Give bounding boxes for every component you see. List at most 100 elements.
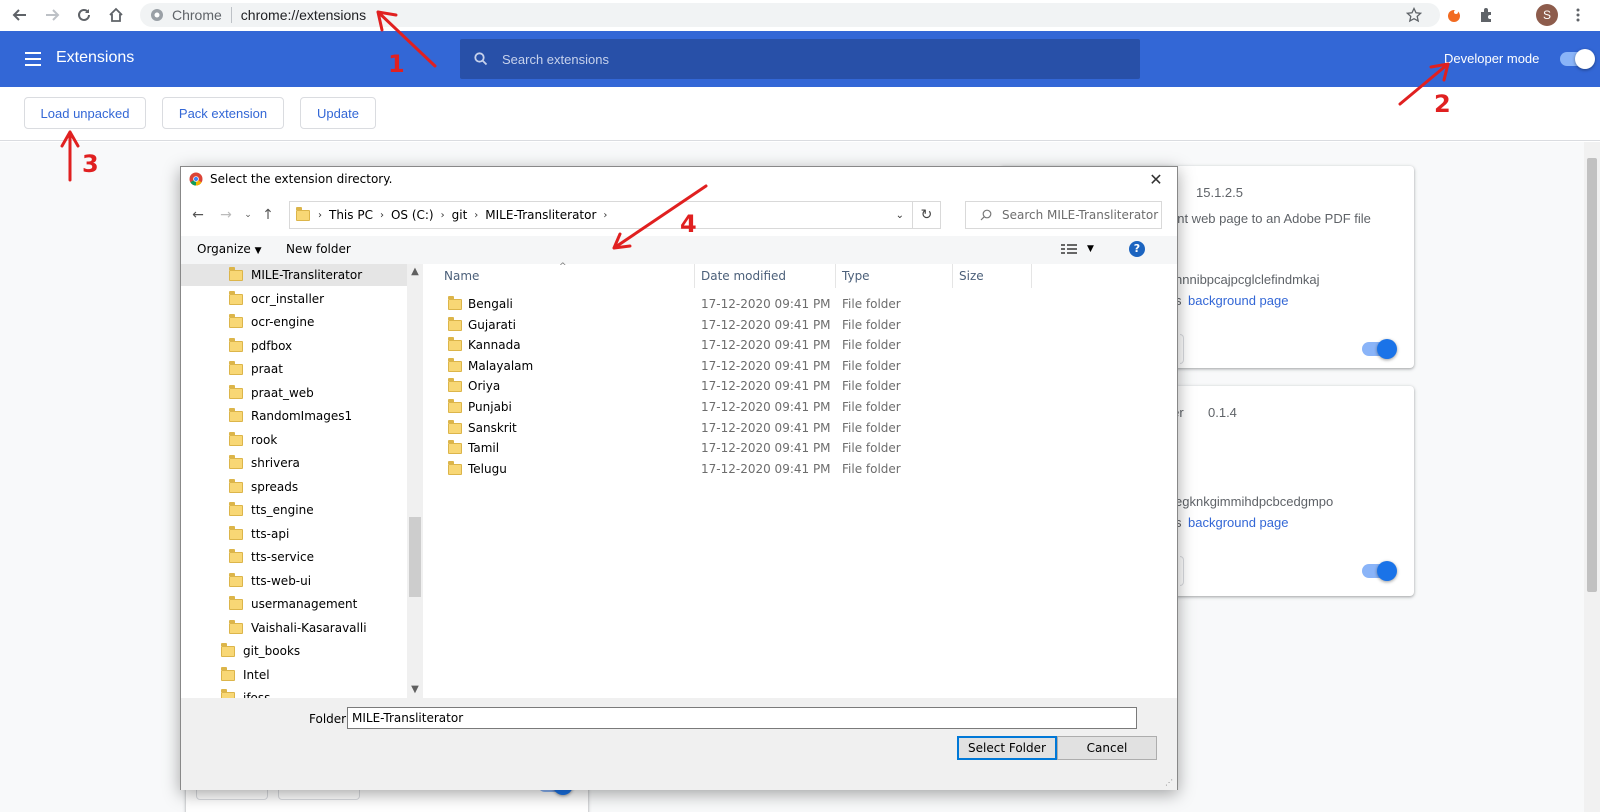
folder-icon xyxy=(448,377,462,392)
select-folder-button[interactable]: Select Folder xyxy=(957,736,1057,760)
file-row[interactable]: Gujarati 17-12-2020 09:41 PM File folder xyxy=(426,315,1177,335)
background-page-link[interactable]: background page xyxy=(1188,515,1288,530)
breadcrumb-item[interactable]: git xyxy=(452,208,468,222)
organize-menu[interactable]: Organize ▼ xyxy=(197,242,262,256)
tree-item[interactable]: shrivera xyxy=(229,452,300,474)
tree-item[interactable]: RandomImages1 xyxy=(229,405,352,427)
tree-scrollbar[interactable]: ▲ ▼ xyxy=(407,264,423,698)
home-icon[interactable] xyxy=(104,3,128,27)
folder-field[interactable]: MILE-Transliterator xyxy=(347,707,1137,729)
column-header-date-modified[interactable]: Date modified xyxy=(695,264,836,288)
breadcrumb-chevron-icon[interactable]: › xyxy=(474,210,478,221)
file-name: Oriya xyxy=(468,379,501,393)
file-row[interactable]: Bengali 17-12-2020 09:41 PM File folder xyxy=(426,294,1177,314)
view-dropdown-icon[interactable]: ▼ xyxy=(1087,244,1094,254)
search-extensions-input[interactable]: Search extensions xyxy=(460,39,1140,79)
close-icon[interactable]: ✕ xyxy=(1147,171,1165,189)
scroll-up-icon[interactable]: ▲ xyxy=(409,266,421,277)
tree-item[interactable]: ocr-engine xyxy=(229,311,314,333)
tree-item[interactable]: usermanagement xyxy=(229,593,357,615)
breadcrumb-chevron-icon[interactable]: › xyxy=(318,210,322,221)
tree-item-label: pdfbox xyxy=(251,339,293,353)
tree-item[interactable]: pdfbox xyxy=(229,335,292,357)
file-name: Telugu xyxy=(468,462,507,476)
breadcrumb-chevron-icon[interactable]: › xyxy=(380,210,384,221)
page-scrollbar[interactable] xyxy=(1584,142,1600,812)
tree-item[interactable]: tts-service xyxy=(229,546,314,568)
tree-item[interactable]: git_books xyxy=(221,640,300,662)
file-row[interactable]: Kannada 17-12-2020 09:41 PM File folder xyxy=(426,335,1177,355)
file-date: 17-12-2020 09:41 PM xyxy=(701,297,831,311)
extension-enable-toggle[interactable] xyxy=(1362,561,1397,581)
help-icon[interactable]: ? xyxy=(1129,241,1145,257)
resize-grip-icon[interactable]: ⋰ xyxy=(1165,778,1175,788)
tree-item-label: Vaishali-Kasaravalli xyxy=(251,621,367,635)
recent-locations-chevron-icon[interactable]: ⌄ xyxy=(239,206,257,224)
new-folder-button[interactable]: New folder xyxy=(286,242,351,256)
address-breadcrumb[interactable]: › This PC › OS (C:) › git › MILE-Transli… xyxy=(289,201,913,229)
breadcrumb-chevron-icon[interactable]: › xyxy=(603,210,607,221)
tree-item[interactable]: Intel xyxy=(221,664,270,686)
tree-item[interactable]: ocr_installer xyxy=(229,288,324,310)
profile-avatar[interactable]: S xyxy=(1536,4,1558,26)
menu-kebab-icon[interactable] xyxy=(1566,3,1590,27)
column-header-size[interactable]: Size xyxy=(953,264,1032,288)
reload-icon[interactable] xyxy=(72,3,96,27)
tree-item[interactable]: jfoss xyxy=(221,687,270,698)
tree-item-label: usermanagement xyxy=(251,597,358,611)
back-arrow-icon[interactable]: ← xyxy=(189,206,207,224)
tree-item[interactable]: praat_web xyxy=(229,382,314,404)
tree-scrollbar-thumb[interactable] xyxy=(409,517,421,597)
file-row[interactable]: Sanskrit 17-12-2020 09:41 PM File folder xyxy=(426,418,1177,438)
column-header-name[interactable]: Name xyxy=(438,264,695,288)
tree-item[interactable]: tts-web-ui xyxy=(229,570,311,592)
breadcrumb-item[interactable]: MILE-Transliterator xyxy=(485,208,596,222)
folder-icon xyxy=(229,454,243,469)
tree-item[interactable]: spreads xyxy=(229,476,298,498)
breadcrumb-chevron-icon[interactable]: › xyxy=(441,210,445,221)
dialog-search-input[interactable]: Search MILE-Transliterator xyxy=(965,201,1162,229)
tree-item[interactable]: MILE-Transliterator xyxy=(181,264,407,286)
file-list-pane: ^ Name Date modified Type Size Bengali 1… xyxy=(426,262,1177,698)
tree-item[interactable]: rook xyxy=(229,429,277,451)
file-row[interactable]: Tamil 17-12-2020 09:41 PM File folder xyxy=(426,438,1177,458)
page-scrollbar-thumb[interactable] xyxy=(1587,158,1597,592)
developer-mode-toggle[interactable] xyxy=(1560,49,1595,69)
breadcrumb-item[interactable]: OS (C:) xyxy=(391,208,434,222)
tree-item[interactable]: Vaishali-Kasaravalli xyxy=(229,617,367,639)
forward-icon[interactable] xyxy=(40,3,64,27)
scroll-down-icon[interactable]: ▼ xyxy=(409,684,421,695)
tree-item[interactable]: tts_engine xyxy=(229,499,314,521)
extensions-puzzle-icon[interactable] xyxy=(1474,3,1498,27)
extension-enable-toggle[interactable] xyxy=(1362,339,1397,359)
folder-icon xyxy=(448,398,462,413)
tree-item[interactable]: tts-api xyxy=(229,523,289,545)
update-button[interactable]: Update xyxy=(300,97,376,129)
pack-extension-button[interactable]: Pack extension xyxy=(162,97,284,129)
omnibox-url[interactable]: chrome://extensions xyxy=(241,7,366,23)
file-row[interactable]: Telugu 17-12-2020 09:41 PM File folder xyxy=(426,459,1177,479)
refresh-icon[interactable]: ↻ xyxy=(913,201,941,229)
folder-icon xyxy=(229,290,243,305)
up-arrow-icon[interactable]: ↑ xyxy=(259,206,277,224)
bookmark-star-icon[interactable] xyxy=(1402,3,1426,27)
back-icon[interactable] xyxy=(8,3,32,27)
omnibox[interactable]: Chrome chrome://extensions xyxy=(140,3,1440,27)
address-dropdown-chevron-icon[interactable]: ⌄ xyxy=(896,210,904,221)
file-row[interactable]: Punjabi 17-12-2020 09:41 PM File folder xyxy=(426,397,1177,417)
hamburger-menu-icon[interactable] xyxy=(25,52,41,66)
background-page-link[interactable]: background page xyxy=(1188,293,1288,308)
cancel-button[interactable]: Cancel xyxy=(1057,736,1157,760)
extension-shortcut-icon[interactable] xyxy=(1442,3,1466,27)
tree-item-label: praat_web xyxy=(251,386,314,400)
file-row[interactable]: Malayalam 17-12-2020 09:41 PM File folde… xyxy=(426,356,1177,376)
tree-item[interactable]: praat xyxy=(229,358,283,380)
breadcrumb-item[interactable]: This PC xyxy=(329,208,373,222)
file-name: Sanskrit xyxy=(468,421,517,435)
file-date: 17-12-2020 09:41 PM xyxy=(701,379,831,393)
view-options-icon[interactable] xyxy=(1061,243,1077,258)
forward-arrow-icon[interactable]: → xyxy=(217,206,235,224)
file-row[interactable]: Oriya 17-12-2020 09:41 PM File folder xyxy=(426,376,1177,396)
column-header-type[interactable]: Type xyxy=(836,264,953,288)
load-unpacked-button[interactable]: Load unpacked xyxy=(24,97,146,129)
